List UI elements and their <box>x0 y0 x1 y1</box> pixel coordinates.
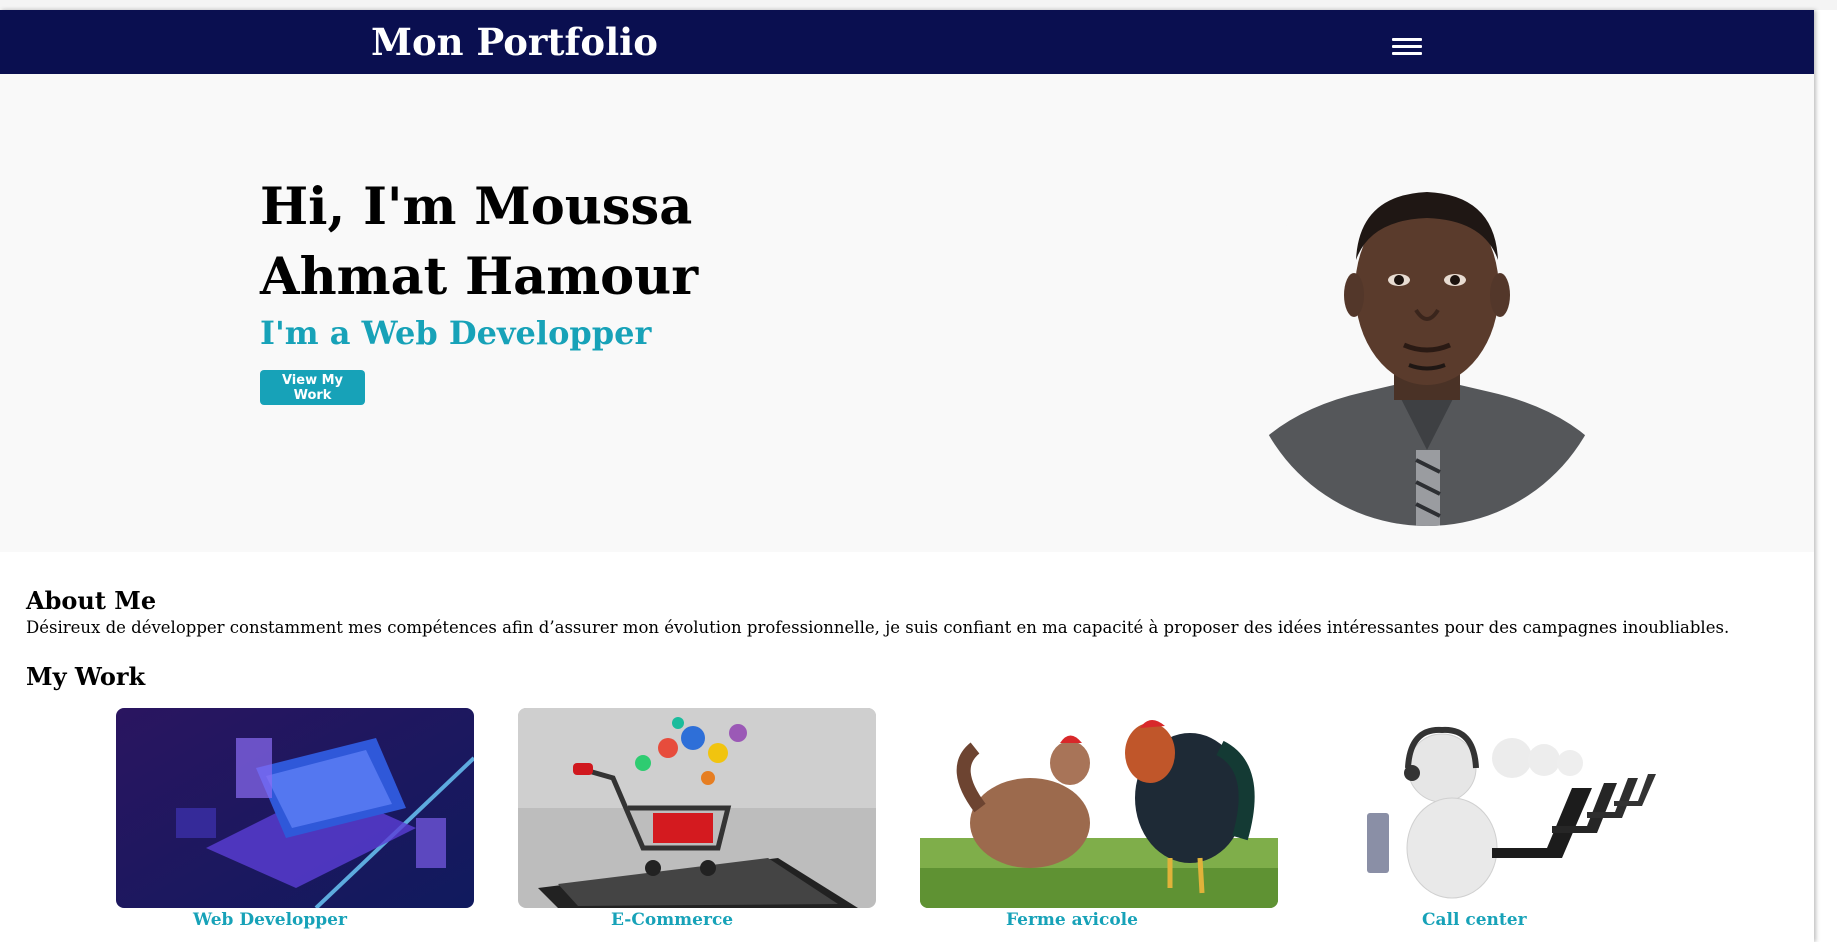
about-text: Désireux de développer constamment mes c… <box>26 618 1730 637</box>
my-work-title: My Work <box>26 662 146 691</box>
call-center-image[interactable] <box>1322 708 1680 908</box>
hamburger-menu-icon[interactable] <box>1392 38 1422 60</box>
web-developper-image[interactable] <box>116 708 474 908</box>
hero-section: Hi, I'm Moussa Ahmat Hamour I'm a Web De… <box>0 74 1814 552</box>
hero-title: Hi, I'm Moussa Ahmat Hamour <box>260 177 699 307</box>
work-card-ferme-avicole[interactable]: Ferme avicole <box>920 708 1278 930</box>
browser-top-strip <box>0 0 1837 10</box>
view-my-work-button[interactable]: View My Work <box>260 370 365 405</box>
work-card-e-commerce[interactable]: E-Commerce <box>518 708 876 930</box>
card-label-call-center[interactable]: Call center <box>1322 910 1680 930</box>
work-card-web-developper[interactable]: Web Developper <box>116 708 474 930</box>
hero-subtitle: I'm a Web Developper <box>260 314 652 352</box>
page-viewport[interactable]: Mon Portfolio Hi, I'm Moussa Ahmat Hamou… <box>0 10 1814 942</box>
card-label-ferme-avicole[interactable]: Ferme avicole <box>920 910 1278 930</box>
ferme-avicole-image[interactable] <box>920 708 1278 908</box>
e-commerce-image[interactable] <box>518 708 876 908</box>
profile-photo <box>1244 160 1610 526</box>
card-label-web-developper[interactable]: Web Developper <box>116 910 474 930</box>
brand-logo-text[interactable]: Mon Portfolio <box>371 20 658 64</box>
navbar: Mon Portfolio <box>0 10 1814 74</box>
work-card-call-center[interactable]: Call center <box>1322 708 1680 930</box>
card-label-e-commerce[interactable]: E-Commerce <box>518 910 876 930</box>
about-title: About Me <box>26 586 157 615</box>
